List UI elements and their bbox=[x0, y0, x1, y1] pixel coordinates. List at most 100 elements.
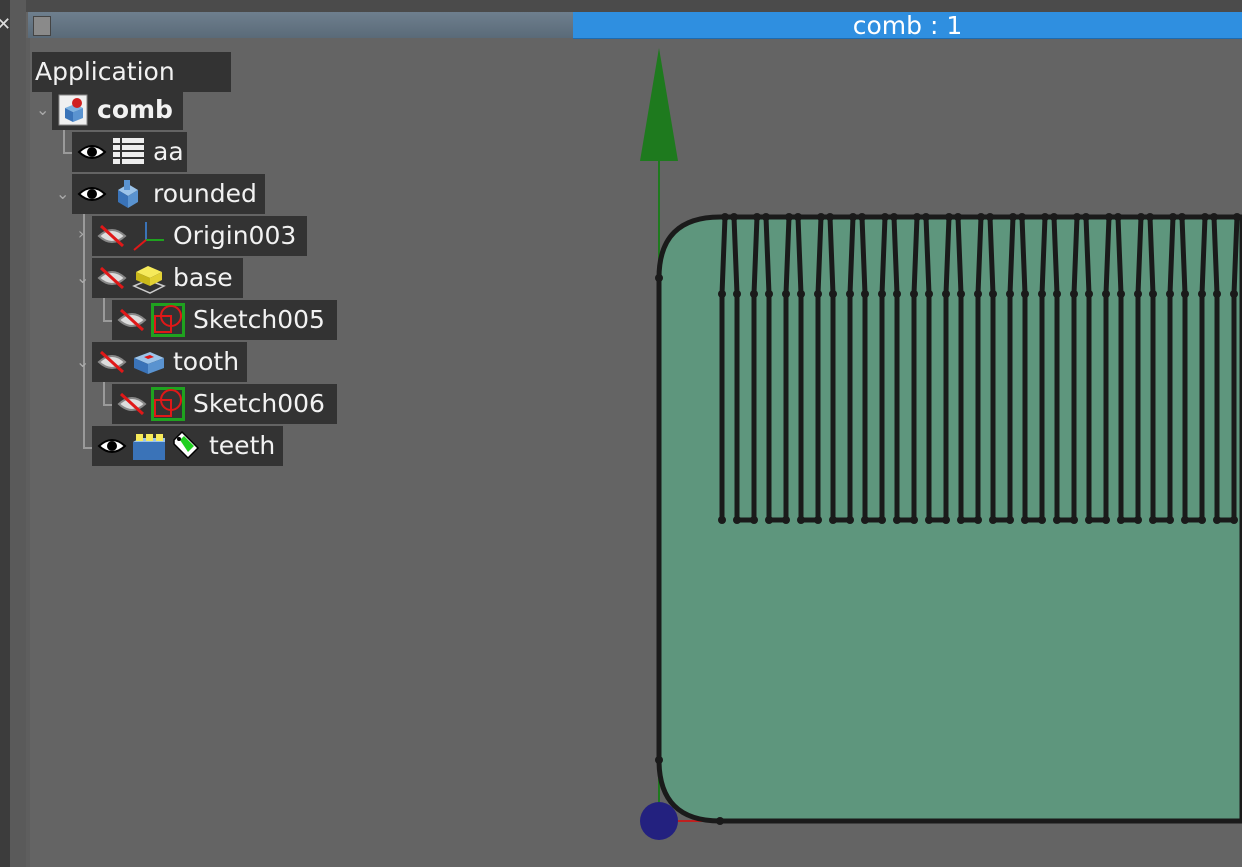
vertex-point bbox=[1053, 290, 1061, 298]
vertex-point bbox=[1070, 516, 1078, 524]
vertex-point bbox=[974, 516, 982, 524]
vertex-point bbox=[721, 213, 729, 221]
vertex-point bbox=[974, 290, 982, 298]
vertex-point bbox=[925, 290, 933, 298]
vertex-point bbox=[1181, 290, 1189, 298]
vertex-point bbox=[794, 213, 802, 221]
tree-item-tooth[interactable]: tooth bbox=[92, 342, 247, 382]
vertex-point bbox=[1006, 516, 1014, 524]
document-icon bbox=[58, 94, 88, 126]
vertex-point bbox=[753, 213, 761, 221]
eye-hidden-icon[interactable] bbox=[117, 392, 147, 416]
eye-hidden-icon[interactable] bbox=[117, 308, 147, 332]
vertex-point bbox=[826, 213, 834, 221]
y-axis-arrow bbox=[640, 48, 678, 161]
vertex-point bbox=[922, 213, 930, 221]
vertex-point bbox=[893, 516, 901, 524]
tree-item-sketch006[interactable]: Sketch006 bbox=[112, 384, 337, 424]
vertex-point bbox=[1230, 290, 1238, 298]
vertex-point bbox=[1105, 213, 1113, 221]
vertex-point bbox=[1041, 213, 1049, 221]
vertex-point bbox=[910, 516, 918, 524]
eye-open-icon[interactable] bbox=[77, 182, 107, 206]
pattern-icon bbox=[133, 434, 165, 460]
vertex-point bbox=[849, 213, 857, 221]
vertex-point bbox=[846, 290, 854, 298]
vertex-point bbox=[1073, 213, 1081, 221]
vertex-point bbox=[829, 290, 837, 298]
vertex-point bbox=[977, 213, 985, 221]
vertex-point bbox=[1213, 290, 1221, 298]
vertex-point bbox=[733, 290, 741, 298]
vertex-point bbox=[1038, 290, 1046, 298]
tree-item-rounded[interactable]: rounded bbox=[72, 174, 265, 214]
vertex-point bbox=[750, 290, 758, 298]
vertex-point bbox=[782, 516, 790, 524]
vertex-point bbox=[881, 213, 889, 221]
tree-item-origin003[interactable]: Origin003 bbox=[92, 216, 307, 256]
vertex-point bbox=[957, 516, 965, 524]
expand-arrow-comb[interactable]: ⌄ bbox=[36, 100, 49, 119]
vertex-point bbox=[913, 213, 921, 221]
vertex-point bbox=[1117, 516, 1125, 524]
vertex-point bbox=[861, 516, 869, 524]
vertex-point bbox=[1085, 516, 1093, 524]
vertex-point bbox=[765, 290, 773, 298]
expand-arrow-origin[interactable]: › bbox=[78, 224, 84, 243]
vertex-point bbox=[890, 213, 898, 221]
vertex-point bbox=[989, 516, 997, 524]
eye-open-icon[interactable] bbox=[97, 434, 127, 458]
vertex-point bbox=[1050, 213, 1058, 221]
vertex-point bbox=[910, 290, 918, 298]
vertex-point bbox=[1198, 516, 1206, 524]
sketch-icon bbox=[151, 303, 185, 337]
vertex-point bbox=[1053, 516, 1061, 524]
vertex-point bbox=[1070, 290, 1078, 298]
vertex-point bbox=[954, 213, 962, 221]
vertex-point bbox=[858, 213, 866, 221]
vertex-point bbox=[1117, 290, 1125, 298]
tree-item-aa[interactable]: aa bbox=[72, 132, 187, 172]
vertex-point bbox=[1021, 290, 1029, 298]
vertex-point bbox=[1018, 213, 1026, 221]
vertex-point bbox=[942, 290, 950, 298]
vertex-point bbox=[1166, 290, 1174, 298]
vertex-point bbox=[986, 213, 994, 221]
expand-arrow-base[interactable]: ⌄ bbox=[76, 268, 89, 287]
origin-icon bbox=[133, 222, 164, 251]
tree-item-label: Sketch005 bbox=[193, 305, 325, 334]
tree-item-teeth[interactable]: teeth bbox=[92, 426, 283, 466]
tree-header: Application bbox=[32, 52, 231, 92]
tree-item-sketch005[interactable]: Sketch005 bbox=[112, 300, 337, 340]
vertex-point bbox=[718, 516, 726, 524]
vertex-point bbox=[942, 516, 950, 524]
tree-item-base[interactable]: base bbox=[92, 258, 243, 298]
eye-hidden-icon[interactable] bbox=[97, 350, 127, 374]
vertex-point bbox=[817, 213, 825, 221]
vertex-point bbox=[1201, 213, 1209, 221]
vertex-point bbox=[718, 290, 726, 298]
expand-arrow-rounded[interactable]: ⌄ bbox=[56, 184, 69, 203]
vertex-point bbox=[814, 290, 822, 298]
vertex-point bbox=[797, 290, 805, 298]
vertex-point bbox=[782, 290, 790, 298]
vertex-point bbox=[829, 516, 837, 524]
body-icon bbox=[118, 180, 138, 208]
tree-item-comb[interactable]: comb bbox=[52, 90, 183, 130]
vertex-point bbox=[957, 290, 965, 298]
vertex-point bbox=[730, 213, 738, 221]
tree-item-label: base bbox=[173, 263, 233, 292]
vertex-point bbox=[1169, 213, 1177, 221]
expand-arrow-tooth[interactable]: ⌄ bbox=[76, 352, 89, 371]
eye-hidden-icon[interactable] bbox=[97, 266, 127, 290]
spreadsheet-icon bbox=[113, 138, 144, 164]
tree-item-label: teeth bbox=[209, 431, 276, 460]
pocket-icon bbox=[134, 352, 164, 374]
vertex-point bbox=[1198, 290, 1206, 298]
eye-open-icon[interactable] bbox=[77, 140, 107, 164]
vertex-point bbox=[1146, 213, 1154, 221]
vertex-point bbox=[1181, 516, 1189, 524]
vertex-point bbox=[1213, 516, 1221, 524]
vertex-point bbox=[1102, 516, 1110, 524]
eye-hidden-icon[interactable] bbox=[97, 224, 127, 248]
